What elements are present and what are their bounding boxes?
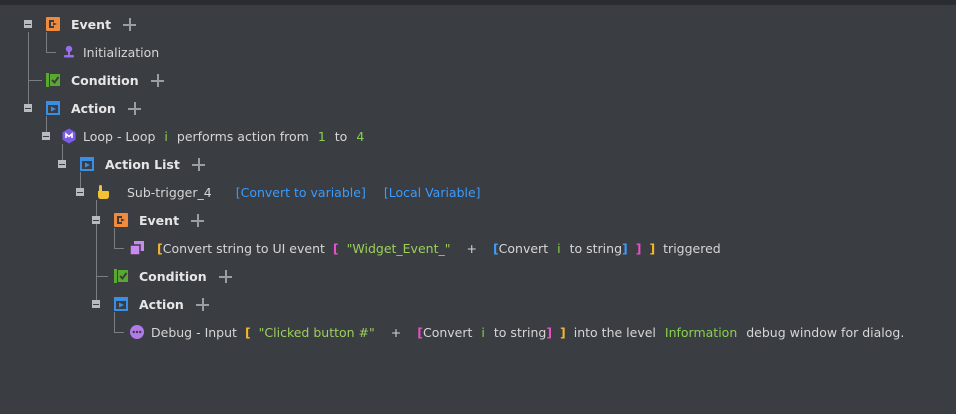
condition-icon: [113, 268, 129, 284]
condition-icon: [45, 72, 61, 88]
variable-i[interactable]: i: [481, 325, 484, 340]
bracket: ]: [622, 240, 628, 256]
collapse-toggle-sub-action[interactable]: [92, 300, 100, 308]
collapse-toggle-loop[interactable]: [42, 132, 50, 140]
tree-line: [28, 32, 29, 108]
add-action-button[interactable]: [127, 101, 141, 115]
plus-operator: +: [466, 240, 477, 256]
convert-label[interactable]: Convert: [499, 241, 548, 256]
node-label: Initialization: [83, 44, 160, 60]
collapse-toggle-action-list[interactable]: [58, 160, 66, 168]
collapse-toggle-sub-event[interactable]: [92, 216, 100, 224]
debug-prefix: Debug - Input: [151, 324, 237, 340]
bracket: [: [244, 324, 251, 340]
trigger-tree: Event Initialization Condition Action Lo…: [0, 0, 956, 414]
tree-line: [96, 276, 108, 277]
node-label: Action: [71, 100, 116, 116]
tree-node-sub-condition[interactable]: Condition: [113, 262, 232, 290]
convert-string-label[interactable]: Convert string to UI event: [163, 241, 325, 256]
node-label: Event: [71, 16, 112, 32]
variable-i[interactable]: i: [557, 241, 560, 256]
collapse-toggle-subtrigger[interactable]: [76, 188, 84, 196]
plus-operator: +: [390, 324, 402, 340]
tree-node-subtrigger[interactable]: Sub-trigger_4 [Convert to variable] [Loc…: [95, 178, 481, 206]
event-icon: [113, 212, 129, 228]
debug-middle: into the level: [573, 324, 656, 340]
hand-pointer-icon: [95, 184, 111, 200]
ui-widget-icon: [129, 240, 145, 256]
loop-variable[interactable]: i: [164, 129, 167, 144]
node-label: Event: [139, 212, 180, 228]
tree-line: [114, 332, 124, 333]
tree-node-loop[interactable]: Loop - Loop i performs action from 1 to …: [61, 122, 373, 150]
bracket: ]: [546, 324, 553, 340]
bracket: ]: [649, 240, 656, 256]
add-condition-button[interactable]: [150, 73, 164, 87]
tree-line: [28, 80, 42, 81]
action-icon: [79, 156, 95, 172]
add-action-list-button[interactable]: [191, 157, 205, 171]
event-icon: [45, 16, 61, 32]
loop-to-value[interactable]: 4: [356, 129, 364, 144]
collapse-toggle-action[interactable]: [24, 104, 32, 112]
loop-icon: [61, 128, 77, 144]
tree-line: [46, 52, 56, 53]
loop-to-label: to: [334, 128, 348, 144]
action-icon: [113, 296, 129, 312]
add-sub-action-button[interactable]: [195, 297, 209, 311]
tree-node-sub-action[interactable]: Action: [113, 290, 209, 318]
loop-from-value[interactable]: 1: [318, 129, 326, 144]
loop-prefix: Loop - Loop: [83, 128, 156, 144]
local-variable-link[interactable]: [Local Variable]: [384, 185, 481, 200]
tree-node-action-list[interactable]: Action List: [79, 150, 205, 178]
tree-node-sub-event[interactable]: Event: [113, 206, 205, 234]
string-value[interactable]: "Clicked button #": [259, 325, 375, 340]
person-icon: [61, 44, 77, 60]
string-value[interactable]: "Widget_Event_": [347, 241, 451, 256]
bracket: [: [332, 240, 339, 256]
bracket: ]: [635, 240, 642, 256]
triggered-label: triggered: [663, 240, 721, 256]
tree-node-ui-event[interactable]: [ Convert string to UI event [ "Widget_E…: [129, 234, 721, 262]
debug-icon: [129, 324, 145, 340]
to-string-label: to string: [493, 324, 547, 340]
node-label: Condition: [71, 72, 139, 88]
to-string-label: to string: [569, 240, 622, 256]
tree-node-debug[interactable]: Debug - Input [ "Clicked button #" + [ C…: [129, 318, 904, 346]
subtrigger-label: Sub-trigger_4: [127, 184, 212, 200]
convert-to-variable-link[interactable]: [Convert to variable]: [236, 185, 366, 200]
tree-node-action[interactable]: Action: [45, 94, 141, 122]
node-label: Action List: [105, 156, 180, 172]
loop-middle: performs action from: [176, 128, 309, 144]
node-label: Action: [139, 296, 184, 312]
add-sub-condition-button[interactable]: [218, 269, 232, 283]
tree-node-condition[interactable]: Condition: [45, 66, 164, 94]
tree-line: [114, 248, 124, 249]
level-value[interactable]: Information: [665, 325, 737, 340]
action-icon: [45, 100, 61, 116]
convert-label[interactable]: Convert: [423, 325, 472, 340]
debug-suffix: debug window for dialog.: [746, 324, 905, 340]
node-label: Condition: [139, 268, 207, 284]
add-sub-event-button[interactable]: [191, 213, 205, 227]
add-event-button[interactable]: [123, 17, 137, 31]
tree-node-event[interactable]: Event: [45, 10, 137, 38]
tree-node-initialization[interactable]: Initialization: [61, 38, 159, 66]
collapse-toggle-event[interactable]: [24, 20, 32, 28]
bracket: ]: [560, 324, 566, 340]
